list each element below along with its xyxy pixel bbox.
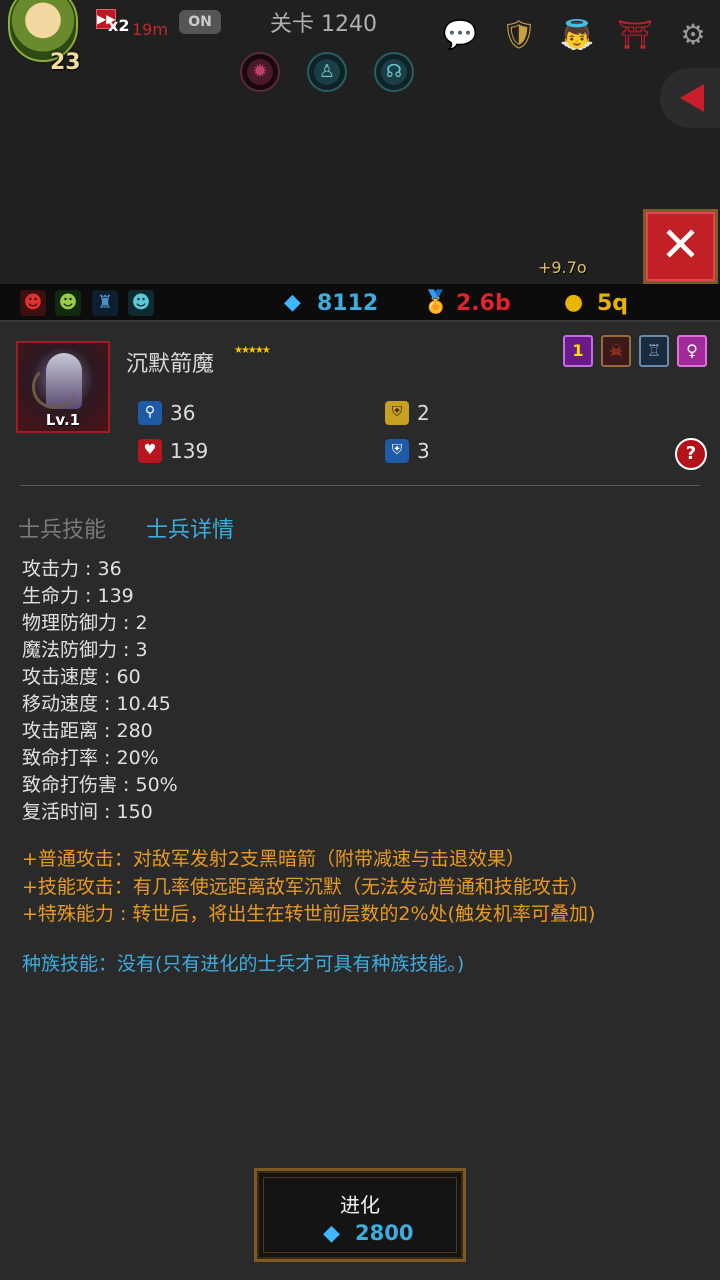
bow-icon xyxy=(32,365,76,409)
unit-level: Lv.1 xyxy=(45,411,81,429)
speed-multiplier: x2 xyxy=(108,16,130,35)
unit-name: 沉默箭魔 xyxy=(126,352,215,377)
unit-portrait[interactable]: Lv.1 xyxy=(16,341,110,433)
phys-defense-icon: ⛨ xyxy=(385,401,409,425)
desc-normal-attack: +普通攻击：对敌军发射2支黑暗箭（附带减速与击退效果） xyxy=(22,848,526,870)
hero-blue-icon[interactable]: ♜ xyxy=(92,290,118,316)
spirit-buff-icon[interactable]: ♙ xyxy=(307,52,347,92)
game-view: 23 ▶▶ x2 19m ON 关卡 1240 💬 🛡 👼 ⛩ ⚙ ✹ ♙ ☊ … xyxy=(0,0,720,288)
diamond-count: 8112 xyxy=(317,291,379,316)
detail-move-speed: 移动速度 : 10.45 xyxy=(22,693,171,715)
ability-descriptions: +普通攻击：对敌军发射2支黑暗箭（附带减速与击退效果） +技能攻击：有几率使远距… xyxy=(22,846,595,929)
detail-crit-damage: 致命打伤害 : 50% xyxy=(22,774,178,796)
hp-heart-icon: ♥ xyxy=(138,439,162,463)
help-button[interactable]: ? xyxy=(675,438,707,470)
evolve-button[interactable]: 进化 ◆ 2800 xyxy=(254,1168,466,1262)
medal-count: 2.6b xyxy=(456,291,511,316)
diamond-icon: ◆ xyxy=(284,290,301,315)
attack-value: 36 xyxy=(170,401,196,425)
tier-badge[interactable]: 1 xyxy=(563,335,593,367)
hp-value: 139 xyxy=(170,439,209,463)
chat-icon[interactable]: 💬 xyxy=(439,14,481,56)
detail-attack-range: 攻击距离 : 280 xyxy=(22,720,153,742)
auto-toggle[interactable]: ON xyxy=(179,10,221,34)
drop-indicator: +9.7o xyxy=(538,258,587,277)
hero-cyan-icon[interactable]: ☻ xyxy=(128,290,154,316)
medal-icon: 🏅 xyxy=(422,290,450,315)
angel-ring-buff-icon[interactable]: ☊ xyxy=(374,52,414,92)
desc-special-ability: +特殊能力 : 转世后，将出生在转世前层数的2%处(触发机率可叠加) xyxy=(22,903,596,925)
settings-gear-icon[interactable]: ⚙ xyxy=(672,14,714,56)
magic-defense-value: 3 xyxy=(417,439,430,463)
attack-icon: ⚲ xyxy=(138,401,162,425)
unit-stars: ★★★★★ xyxy=(234,345,271,356)
detail-attack: 攻击力 : 36 xyxy=(22,558,122,580)
guild-shield-icon[interactable]: 🛡 xyxy=(498,14,540,56)
magic-defense-icon: ⛨ xyxy=(385,439,409,463)
detail-respawn-time: 复活时间 : 150 xyxy=(22,801,153,823)
phys-defense-value: 2 xyxy=(417,401,430,425)
diamond-icon: ◆ xyxy=(323,1221,340,1246)
hero-red-icon[interactable]: ☻ xyxy=(20,290,46,316)
female-gender-icon[interactable]: ♀ xyxy=(677,335,707,367)
detail-magic-defense: 魔法防御力 : 3 xyxy=(22,639,148,661)
detail-hp: 生命力 : 139 xyxy=(22,585,134,607)
race-skill-text: 种族技能：没有(只有进化的士兵才可具有种族技能。) xyxy=(22,953,465,975)
dark-orb-buff-icon[interactable]: ✹ xyxy=(240,52,280,92)
collapse-arrow-button[interactable] xyxy=(660,68,720,128)
detail-crit-rate: 致命打率 : 20% xyxy=(22,747,159,769)
detail-phys-defense: 物理防御力 : 2 xyxy=(22,612,148,634)
stage-label: 关卡 1240 xyxy=(270,12,377,37)
gold-count: 5q xyxy=(597,291,629,316)
desc-skill-attack: +技能攻击：有几率使远距离敌军沉默（无法发动普通和技能攻击） xyxy=(22,875,589,898)
divider xyxy=(20,485,700,486)
demon-race-icon[interactable]: ☠ xyxy=(601,335,631,367)
helmet-class-icon[interactable]: ♖ xyxy=(639,335,669,367)
gold-coin-icon: ● xyxy=(564,290,584,315)
speed-boost-timer: 19m xyxy=(132,20,168,39)
detail-attack-speed: 攻击速度 : 60 xyxy=(22,666,141,688)
player-level: 23 xyxy=(50,50,81,75)
evolve-label: 进化 xyxy=(340,1193,380,1217)
resource-bar: ☻ ☻ ♜ ☻ ◆ 8112 🏅 2.6b ● 5q xyxy=(0,284,720,322)
player-avatar[interactable]: 23 xyxy=(2,0,84,75)
detail-list: 攻击力 : 36 生命力 : 139 物理防御力 : 2 魔法防御力 : 3 攻… xyxy=(22,556,178,826)
tab-unit-details[interactable]: 士兵详情 xyxy=(146,512,234,544)
angel-icon[interactable]: 👼 xyxy=(556,14,598,56)
tab-unit-skills[interactable]: 士兵技能 xyxy=(18,512,106,544)
close-button[interactable]: ✕ xyxy=(643,209,718,284)
hero-green-icon[interactable]: ☻ xyxy=(55,290,81,316)
shrine-icon[interactable]: ⛩ xyxy=(614,14,656,56)
evolve-cost: 2800 xyxy=(355,1221,414,1245)
